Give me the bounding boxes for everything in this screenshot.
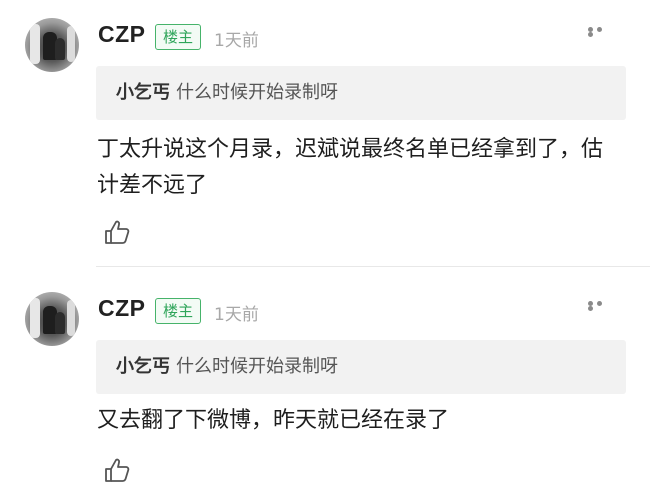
comment-body: 又去翻了下微博，昨天就已经在录了 bbox=[97, 408, 450, 433]
comment-divider bbox=[96, 266, 650, 267]
timestamp: 1天前 bbox=[214, 31, 259, 51]
author-badge: 楼主 bbox=[155, 24, 202, 50]
avatar-detail bbox=[30, 298, 40, 338]
avatar-detail bbox=[67, 300, 75, 336]
author-badge: 楼主 bbox=[155, 298, 202, 324]
quoted-text: 什么时候开始录制呀 bbox=[176, 82, 338, 103]
comment-item: CZP 楼主 1天前 小乞丐 什么时候开始录制呀 丁太升说这个月录，迟斌说最终名单… bbox=[0, 0, 650, 266]
avatar-detail bbox=[67, 26, 75, 62]
quoted-reply[interactable]: 小乞丐 什么时候开始录制呀 bbox=[96, 66, 626, 120]
thumbs-up-icon[interactable] bbox=[103, 456, 131, 484]
comment-item: CZP 楼主 1天前 小乞丐 什么时候开始录制呀 又去翻了下微博，昨天就已经在录了 bbox=[0, 270, 650, 499]
username[interactable]: CZP bbox=[98, 21, 146, 48]
avatar-detail bbox=[30, 24, 40, 64]
more-dots-icon[interactable] bbox=[588, 27, 614, 37]
avatar[interactable] bbox=[25, 18, 79, 72]
quoted-text: 什么时候开始录制呀 bbox=[176, 356, 338, 377]
thumbs-up-icon[interactable] bbox=[103, 218, 131, 246]
comment-body: 丁太升说这个月录，迟斌说最终名单已经拿到了，估计差不远了 bbox=[97, 137, 604, 198]
avatar-detail bbox=[55, 312, 65, 334]
more-dots-icon[interactable] bbox=[588, 301, 614, 311]
quoted-username[interactable]: 小乞丐 bbox=[116, 82, 170, 103]
avatar[interactable] bbox=[25, 292, 79, 346]
quoted-reply[interactable]: 小乞丐 什么时候开始录制呀 bbox=[96, 340, 626, 394]
quoted-username[interactable]: 小乞丐 bbox=[116, 356, 170, 377]
username[interactable]: CZP bbox=[98, 295, 146, 322]
avatar-detail bbox=[55, 38, 65, 60]
timestamp: 1天前 bbox=[214, 305, 259, 325]
